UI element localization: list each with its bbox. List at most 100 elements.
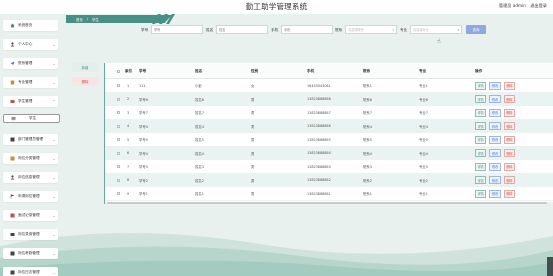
sidebar-item-job-categories[interactable]: 岗位分类管理 ⌄ <box>3 153 58 164</box>
sidebar-item-label: 申请岗位管理 <box>18 194 40 198</box>
vertical-scrollbar[interactable] <box>547 257 553 276</box>
sidebar-item-applications[interactable]: 申请岗位管理 ⌄ <box>3 191 58 202</box>
cell-dept: 院系4 <box>363 124 372 129</box>
search-label-major: 专业 <box>400 27 408 32</box>
row-delete-button[interactable]: 删除 <box>503 162 516 171</box>
detail-button[interactable]: 详情 <box>475 176 487 185</box>
row-delete-button[interactable]: 删除 <box>503 95 516 104</box>
table-row[interactable]: 5 学号5 姓名5 男 13823888885 院系5 专业5 详情 修改 删除 <box>105 133 553 147</box>
row-delete-button[interactable]: 删除 <box>503 108 516 117</box>
sidebar-item-hiring[interactable]: 岗位录用管理 ⌄ <box>3 229 58 240</box>
horizontal-scrollbar[interactable] <box>105 202 553 204</box>
row-checkbox[interactable] <box>117 174 120 188</box>
detail-button[interactable]: 详情 <box>475 189 487 198</box>
row-checkbox[interactable] <box>117 120 120 134</box>
cell-index: 5 <box>127 137 130 142</box>
sidebar-item-interviews[interactable]: 面试记录管理 ⌄ <box>3 210 58 221</box>
table-row[interactable]: 9 学号1 姓名1 男 13823888881 院系1 专业1 详情 修改 删除 <box>105 187 553 201</box>
row-delete-button[interactable]: 删除 <box>503 149 516 158</box>
xuehao-input[interactable] <box>151 25 203 34</box>
cell-phone: 13823888881 <box>307 191 331 196</box>
column-header-dept: 院系 <box>363 68 371 73</box>
sidebar-item-job-info[interactable]: 岗位信息管理 ⌄ <box>3 172 58 183</box>
table-row[interactable]: 8 学号2 姓名2 男 13823888882 院系2 专业2 详情 修改 删除 <box>105 173 553 188</box>
student-table: 索引 学号 姓名 性别 手机 院系 专业 操作 1 111 小彭女 164550430… <box>104 63 553 204</box>
table-row[interactable]: 3 学号7 姓名7 男 13823888887 院系7 专业7 详情 修改 删除 <box>105 106 553 120</box>
add-button[interactable]: 新增 <box>72 63 98 72</box>
top-header: 勤工助学管理系统 管理员 admin 退出登录 <box>0 0 553 14</box>
table-row[interactable]: 4 学号4 姓名4 男 13823888886 院系4 专业4 详情 修改 删除 <box>105 119 553 134</box>
row-checkbox[interactable] <box>117 106 120 120</box>
edit-button[interactable]: 修改 <box>489 176 501 185</box>
edit-button[interactable]: 修改 <box>489 135 501 144</box>
cell-major: 专业1 <box>419 192 428 197</box>
edit-button[interactable]: 修改 <box>489 95 501 104</box>
row-delete-button[interactable]: 删除 <box>503 135 516 144</box>
delete-button[interactable]: 删除 <box>72 77 98 86</box>
sidebar-item-students[interactable]: 学生管理 ⌃ <box>3 96 58 107</box>
sidebar-item-logs[interactable]: 岗位日志管理 ⌄ <box>3 267 58 276</box>
sidebar-item-label: 面试记录管理 <box>18 213 40 217</box>
sidebar-item-label: 专业管理 <box>18 80 33 84</box>
major-select[interactable]: 请选择专业 ▾ <box>410 25 462 34</box>
row-checkbox[interactable] <box>117 160 120 174</box>
cell-dept: 院系1 <box>363 192 372 197</box>
search-button[interactable]: 查询 <box>466 25 486 34</box>
sidebar-item-profile[interactable]: 个人中心 ⌄ <box>3 39 58 50</box>
hand-cursor-icon: ☝ <box>437 38 441 45</box>
detail-button[interactable]: 详情 <box>475 149 487 158</box>
row-checkbox[interactable] <box>117 133 120 147</box>
sidebar-item-dept-admins[interactable]: 部门管理员管理 ⌄ <box>3 134 58 145</box>
cell-phone: 13823888884 <box>307 151 331 156</box>
chevron-down-icon: ⌄ <box>52 194 56 199</box>
row-checkbox[interactable] <box>117 79 120 93</box>
row-checkbox[interactable] <box>117 93 120 107</box>
detail-button[interactable]: 详情 <box>475 81 487 90</box>
cell-xuehao: 学号2 <box>139 178 148 183</box>
row-checkbox[interactable] <box>117 147 120 161</box>
logout-link[interactable]: 退出登录 <box>530 3 547 8</box>
table-row[interactable]: 2 学号6 姓名6 男 13823888886 院系6 专业6 详情 修改 删除 <box>105 92 553 107</box>
edit-button[interactable]: 修改 <box>489 108 501 117</box>
detail-button[interactable]: 详情 <box>475 95 487 104</box>
detail-button[interactable]: 详情 <box>475 162 487 171</box>
breadcrumb-home[interactable]: 首页 <box>76 17 83 22</box>
chevron-down-icon: ⌄ <box>52 42 56 47</box>
select-all-checkbox[interactable] <box>117 63 120 79</box>
edit-button[interactable]: 修改 <box>489 149 501 158</box>
row-delete-button[interactable]: 删除 <box>503 81 516 90</box>
table-row[interactable]: 6 学号4 姓名4 男 13823888884 院系4 专业4 详情 修改 删除 <box>105 146 553 161</box>
sidebar: 系统首页 个人中心 ⌄ 院系管理 ⌄ 专业管理 ⌄ 学生管理 ⌃ 学生 部门管理… <box>0 14 64 276</box>
sidebar-item-departments[interactable]: 院系管理 ⌄ <box>3 58 58 69</box>
column-header-xuehao: 学号 <box>139 68 147 73</box>
edit-button[interactable]: 修改 <box>489 189 501 198</box>
edit-button[interactable]: 修改 <box>489 122 501 131</box>
row-delete-button[interactable]: 删除 <box>503 189 516 198</box>
breadcrumb-current: 学生 <box>91 17 99 22</box>
cell-name: 姓名1 <box>195 192 204 197</box>
table-row[interactable]: 1 111 小彭女 16455043061 院系1 专业1 详情 修改 删除 <box>105 79 553 93</box>
search-label-name: 姓名 <box>206 27 214 32</box>
sidebar-subitem-student[interactable]: 学生 <box>3 114 60 123</box>
edit-button[interactable]: 修改 <box>489 81 501 90</box>
sidebar-item-majors[interactable]: 专业管理 ⌄ <box>3 77 58 88</box>
cell-dept: 院系7 <box>363 111 372 116</box>
chevron-down-icon: ⌄ <box>52 232 56 237</box>
detail-button[interactable]: 详情 <box>475 135 487 144</box>
cell-name: 姓名2 <box>195 178 204 183</box>
table-row[interactable]: 7 学号3 姓名3 男 13823888883 院系3 专业3 详情 修改 删除 <box>105 160 553 174</box>
detail-button[interactable]: 详情 <box>475 108 487 117</box>
edit-button[interactable]: 修改 <box>489 162 501 171</box>
row-checkbox[interactable] <box>117 187 120 201</box>
row-delete-button[interactable]: 删除 <box>503 122 516 131</box>
detail-button[interactable]: 详情 <box>475 122 487 131</box>
name-input[interactable] <box>216 25 268 34</box>
dept-icon <box>9 137 15 143</box>
phone-input[interactable] <box>281 25 333 34</box>
column-header-gender: 性别 <box>251 68 259 73</box>
row-delete-button[interactable]: 删除 <box>503 176 516 185</box>
send-icon <box>9 61 15 67</box>
dept-select[interactable]: 请选择院系 ▾ <box>345 25 397 34</box>
log-icon <box>9 270 15 276</box>
sidebar-item-attendance[interactable]: 岗位考勤管理 ⌄ <box>3 248 58 259</box>
